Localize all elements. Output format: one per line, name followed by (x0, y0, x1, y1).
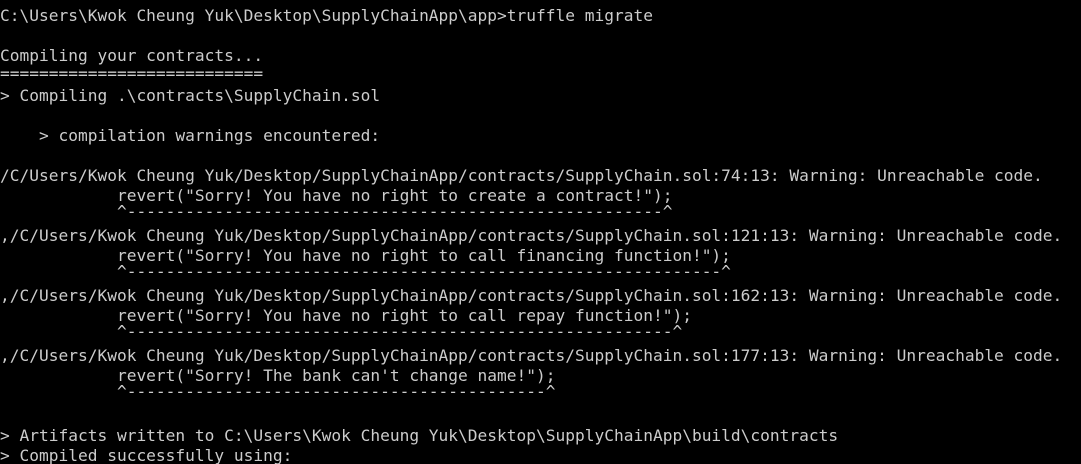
terminal-line-warning-4: ,/C/Users/Kwok Cheung Yuk/Desktop/Supply… (0, 346, 1063, 365)
terminal-line-artifacts: > Artifacts written to C:\Users\Kwok Che… (0, 426, 839, 445)
terminal-line-compiling-file: > Compiling .\contracts\SupplyChain.sol (0, 86, 381, 105)
terminal-window[interactable]: C:\Users\Kwok Cheung Yuk\Desktop\SupplyC… (0, 0, 1081, 464)
terminal-line-warning-1: /C/Users/Kwok Cheung Yuk/Desktop/SupplyC… (0, 166, 1043, 185)
terminal-line-compiling: Compiling your contracts... (0, 46, 264, 65)
terminal-line-warnings-header: > compilation warnings encountered: (0, 126, 381, 145)
terminal-line-warning-3: ,/C/Users/Kwok Cheung Yuk/Desktop/Supply… (0, 286, 1063, 305)
terminal-line-compiled: > Compiled successfully using: (0, 446, 293, 464)
terminal-line-separator: =========================== (0, 64, 264, 83)
terminal-line-command: C:\Users\Kwok Cheung Yuk\Desktop\SupplyC… (0, 6, 653, 25)
terminal-line-warning-1-marker: ^---------------------------------------… (0, 202, 673, 221)
terminal-line-warning-3-marker: ^---------------------------------------… (0, 322, 683, 341)
terminal-line-warning-2: ,/C/Users/Kwok Cheung Yuk/Desktop/Supply… (0, 226, 1063, 245)
terminal-line-warning-2-marker: ^---------------------------------------… (0, 262, 731, 281)
terminal-line-warning-4-marker: ^---------------------------------------… (0, 382, 556, 401)
